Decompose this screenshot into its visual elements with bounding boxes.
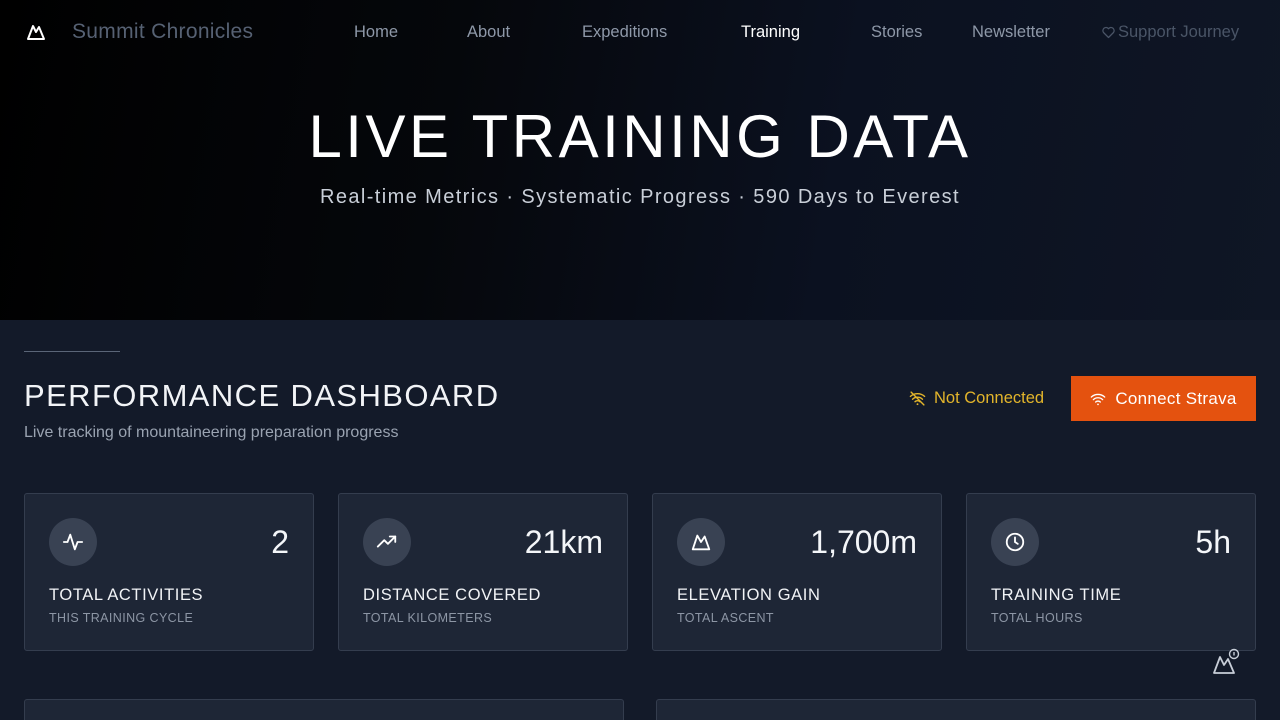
stat-sublabel: TOTAL KILOMETERS: [363, 611, 493, 625]
clock-icon-badge: [991, 518, 1039, 566]
nav-link-about[interactable]: About: [467, 23, 510, 42]
stat-card-activities: 2 TOTAL ACTIVITIES THIS TRAINING CYCLE: [24, 493, 314, 651]
activity-icon: [62, 533, 84, 551]
panel-right: [656, 699, 1256, 720]
stat-card-elevation: 1,700m ELEVATION GAIN TOTAL ASCENT: [652, 493, 942, 651]
mountain-info-icon[interactable]: [1212, 647, 1242, 675]
stat-value: 1,700m: [810, 524, 917, 560]
connect-strava-button[interactable]: Connect Strava: [1071, 376, 1256, 421]
nav-link-newsletter[interactable]: Newsletter: [972, 23, 1050, 42]
activity-icon-badge: [49, 518, 97, 566]
dashboard-subtitle: Live tracking of mountaineering preparat…: [24, 424, 399, 441]
stat-card-time: 5h TRAINING TIME TOTAL HOURS: [966, 493, 1256, 651]
support-label: Support Journey: [1118, 23, 1240, 41]
section-divider: [24, 351, 120, 352]
connect-strava-label: Connect Strava: [1115, 388, 1237, 408]
connection-status: Not Connected: [909, 389, 1044, 408]
hero-subtitle: Real-time Metrics · Systematic Progress …: [320, 186, 960, 208]
stat-label: TOTAL ACTIVITIES: [49, 586, 204, 604]
hero-title: LIVE TRAINING DATA: [308, 103, 972, 170]
stat-label: TRAINING TIME: [991, 586, 1122, 604]
stat-value: 2: [271, 524, 289, 560]
stat-card-distance: 21km DISTANCE COVERED TOTAL KILOMETERS: [338, 493, 628, 651]
clock-icon: [1005, 532, 1025, 552]
nav-link-expeditions[interactable]: Expeditions: [582, 23, 667, 42]
dashboard-title: PERFORMANCE DASHBOARD: [24, 378, 500, 413]
stat-sublabel: TOTAL HOURS: [991, 611, 1083, 625]
nav-link-home[interactable]: Home: [354, 23, 398, 42]
stat-sublabel: THIS TRAINING CYCLE: [49, 611, 194, 625]
top-navigation: Summit Chronicles Home About Expeditions…: [0, 0, 1280, 64]
trending-up-icon-badge: [363, 518, 411, 566]
stat-sublabel: TOTAL ASCENT: [677, 611, 774, 625]
stat-value: 5h: [1195, 524, 1231, 560]
mountain-icon[interactable]: [26, 22, 46, 42]
wifi-icon: [1090, 393, 1106, 405]
mountain-icon: [691, 534, 711, 551]
brand-name[interactable]: Summit Chronicles: [72, 20, 253, 44]
wifi-off-icon: [909, 391, 926, 406]
stat-value: 21km: [524, 524, 603, 560]
panel-left: [24, 699, 624, 720]
hero-section: Summit Chronicles Home About Expeditions…: [0, 0, 1280, 320]
nav-link-stories[interactable]: Stories: [871, 23, 922, 42]
heart-icon: [1102, 26, 1115, 39]
nav-link-training[interactable]: Training: [741, 23, 800, 42]
support-journey-link[interactable]: Support Journey: [1101, 23, 1239, 42]
stat-label: ELEVATION GAIN: [677, 586, 821, 604]
mountain-icon-badge: [677, 518, 725, 566]
stat-label: DISTANCE COVERED: [363, 586, 541, 604]
trending-up-icon: [376, 535, 397, 548]
connection-status-label: Not Connected: [934, 389, 1045, 407]
